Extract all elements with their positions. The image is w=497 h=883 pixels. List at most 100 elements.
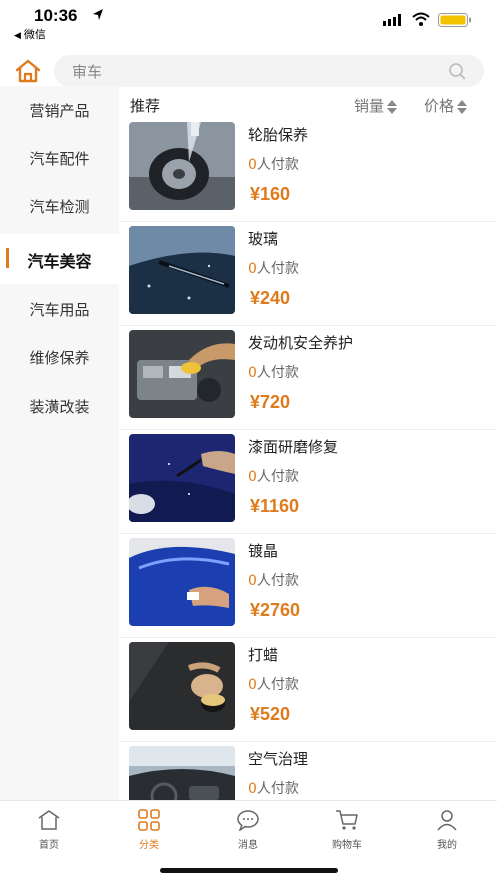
product-item[interactable]: 轮胎保养 0人付款 ¥160 bbox=[119, 118, 497, 222]
product-item[interactable]: 漆面研磨修复 0人付款 ¥1160 bbox=[119, 430, 497, 534]
location-arrow-icon bbox=[93, 9, 103, 20]
product-name: 漆面研磨修复 bbox=[248, 438, 339, 456]
sort-arrows-icon bbox=[457, 99, 468, 114]
paid-suffix: 人付款 bbox=[256, 573, 299, 589]
tab-messages[interactable]: 消息 bbox=[213, 807, 283, 853]
product-price: ¥2760 bbox=[250, 600, 301, 620]
paid-count-text: 0人付款 bbox=[248, 466, 299, 486]
paint-repair-photo bbox=[129, 434, 235, 522]
paid-count: 0 bbox=[248, 677, 257, 693]
tab-label: 分类 bbox=[139, 840, 159, 851]
tab-label: 我的 bbox=[437, 840, 457, 851]
sidebar-item-label: 营销产品 bbox=[29, 102, 90, 120]
sidebar-item-label: 汽车用品 bbox=[29, 301, 90, 319]
paid-count-text: 0人付款 bbox=[248, 778, 299, 798]
search-icon[interactable] bbox=[448, 62, 466, 80]
paid-count: 0 bbox=[248, 365, 257, 381]
back-triangle-icon: ◀ bbox=[14, 31, 21, 41]
product-name: 镀晶 bbox=[248, 542, 279, 560]
home-tab-icon bbox=[38, 810, 60, 830]
category-tab-icon bbox=[138, 809, 160, 831]
wifi-icon bbox=[412, 12, 430, 26]
category-sidebar: 营销产品 汽车配件 汽车检测 汽车美容 汽车用品 维修保养 装潢改装 bbox=[0, 86, 119, 800]
paid-count-text: 0人付款 bbox=[248, 362, 299, 382]
product-name: 玻璃 bbox=[248, 230, 279, 248]
product-price: ¥240 bbox=[250, 288, 291, 308]
product-name: 空气治理 bbox=[248, 750, 309, 768]
sidebar-item-modification[interactable]: 装潢改装 bbox=[0, 382, 119, 430]
product-item[interactable]: 玻璃 0人付款 ¥240 bbox=[119, 222, 497, 326]
product-item[interactable]: 发动机安全养护 0人付款 ¥720 bbox=[119, 326, 497, 430]
product-name: 轮胎保养 bbox=[248, 126, 309, 144]
waxing-photo bbox=[129, 642, 235, 730]
cart-tab-icon bbox=[336, 810, 358, 830]
sort-price[interactable]: 价格 bbox=[424, 95, 468, 116]
sidebar-item-maintenance[interactable]: 维修保养 bbox=[0, 333, 119, 381]
engine-cleaning-photo bbox=[129, 330, 235, 418]
profile-tab-icon bbox=[437, 810, 457, 831]
tab-profile[interactable]: 我的 bbox=[412, 807, 482, 853]
product-item[interactable]: 镀晶 0人付款 ¥2760 bbox=[119, 534, 497, 638]
tab-cart[interactable]: 购物车 bbox=[312, 807, 382, 853]
search-input[interactable]: 审车 bbox=[54, 55, 484, 87]
paid-suffix: 人付款 bbox=[256, 677, 299, 693]
home-indicator bbox=[160, 868, 338, 873]
paid-suffix: 人付款 bbox=[256, 157, 299, 173]
paid-suffix: 人付款 bbox=[256, 781, 299, 797]
sort-sales[interactable]: 销量 bbox=[354, 95, 398, 116]
product-list: 轮胎保养 0人付款 ¥160 玻璃 0人付款 ¥240 发动机安全养护 0人付款… bbox=[119, 118, 497, 800]
product-item[interactable]: 打蜡 0人付款 ¥520 bbox=[119, 638, 497, 742]
paid-suffix: 人付款 bbox=[256, 365, 299, 381]
tab-category[interactable]: 分类 bbox=[114, 807, 184, 853]
search-placeholder: 审车 bbox=[72, 63, 103, 81]
status-bar: 10:36 ◀ 微信 bbox=[0, 0, 497, 48]
ceramic-coating-photo bbox=[129, 538, 235, 626]
sidebar-item-label: 汽车美容 bbox=[27, 252, 92, 271]
home-icon[interactable] bbox=[14, 58, 42, 84]
product-price: ¥720 bbox=[250, 392, 291, 412]
paid-count: 0 bbox=[248, 573, 257, 589]
product-name: 打蜡 bbox=[248, 646, 279, 664]
tab-label: 首页 bbox=[39, 840, 59, 851]
sidebar-item-label: 维修保养 bbox=[29, 349, 90, 367]
car-interior-photo bbox=[129, 746, 235, 800]
paid-count: 0 bbox=[248, 469, 257, 485]
paid-count-text: 0人付款 bbox=[248, 154, 299, 174]
sort-price-label: 价格 bbox=[424, 97, 455, 115]
product-item[interactable]: 空气治理 0人付款 bbox=[119, 742, 497, 800]
sidebar-item-supplies[interactable]: 汽车用品 bbox=[0, 285, 119, 333]
sidebar-item-inspection[interactable]: 汽车检测 bbox=[0, 182, 119, 230]
message-tab-icon bbox=[237, 810, 259, 831]
paid-suffix: 人付款 bbox=[256, 261, 299, 277]
paid-count: 0 bbox=[248, 261, 257, 277]
sidebar-item-label: 装潢改装 bbox=[29, 398, 90, 416]
status-time: 10:36 bbox=[34, 6, 78, 25]
tire-wash-photo bbox=[129, 122, 235, 210]
sort-recommend[interactable]: 推荐 bbox=[130, 95, 160, 116]
product-price: ¥520 bbox=[250, 704, 291, 724]
sort-sales-label: 销量 bbox=[354, 97, 385, 115]
paid-count-text: 0人付款 bbox=[248, 258, 299, 278]
back-app-label: 微信 bbox=[23, 28, 46, 41]
product-price: ¥160 bbox=[250, 184, 291, 204]
sidebar-item-label: 汽车配件 bbox=[29, 150, 90, 168]
sidebar-item-marketing[interactable]: 营销产品 bbox=[0, 86, 119, 134]
paid-count-text: 0人付款 bbox=[248, 570, 299, 590]
windshield-wiper-photo bbox=[129, 226, 235, 314]
product-name: 发动机安全养护 bbox=[248, 334, 354, 352]
cellular-signal-icon bbox=[383, 14, 401, 26]
battery-icon bbox=[438, 13, 471, 27]
back-to-app-link[interactable]: ◀ 微信 bbox=[14, 26, 46, 42]
paid-count-text: 0人付款 bbox=[248, 674, 299, 694]
tab-label: 消息 bbox=[238, 840, 258, 851]
paid-count: 0 bbox=[248, 781, 257, 797]
sidebar-item-beauty[interactable]: 汽车美容 bbox=[0, 234, 119, 284]
sidebar-item-parts[interactable]: 汽车配件 bbox=[0, 134, 119, 182]
tab-home[interactable]: 首页 bbox=[14, 807, 84, 853]
paid-count: 0 bbox=[248, 157, 257, 173]
sort-arrows-icon bbox=[387, 99, 398, 114]
tab-label: 购物车 bbox=[332, 840, 362, 851]
paid-suffix: 人付款 bbox=[256, 469, 299, 485]
sort-bar: 推荐 销量 价格 bbox=[119, 86, 497, 122]
product-price: ¥1160 bbox=[250, 496, 300, 516]
